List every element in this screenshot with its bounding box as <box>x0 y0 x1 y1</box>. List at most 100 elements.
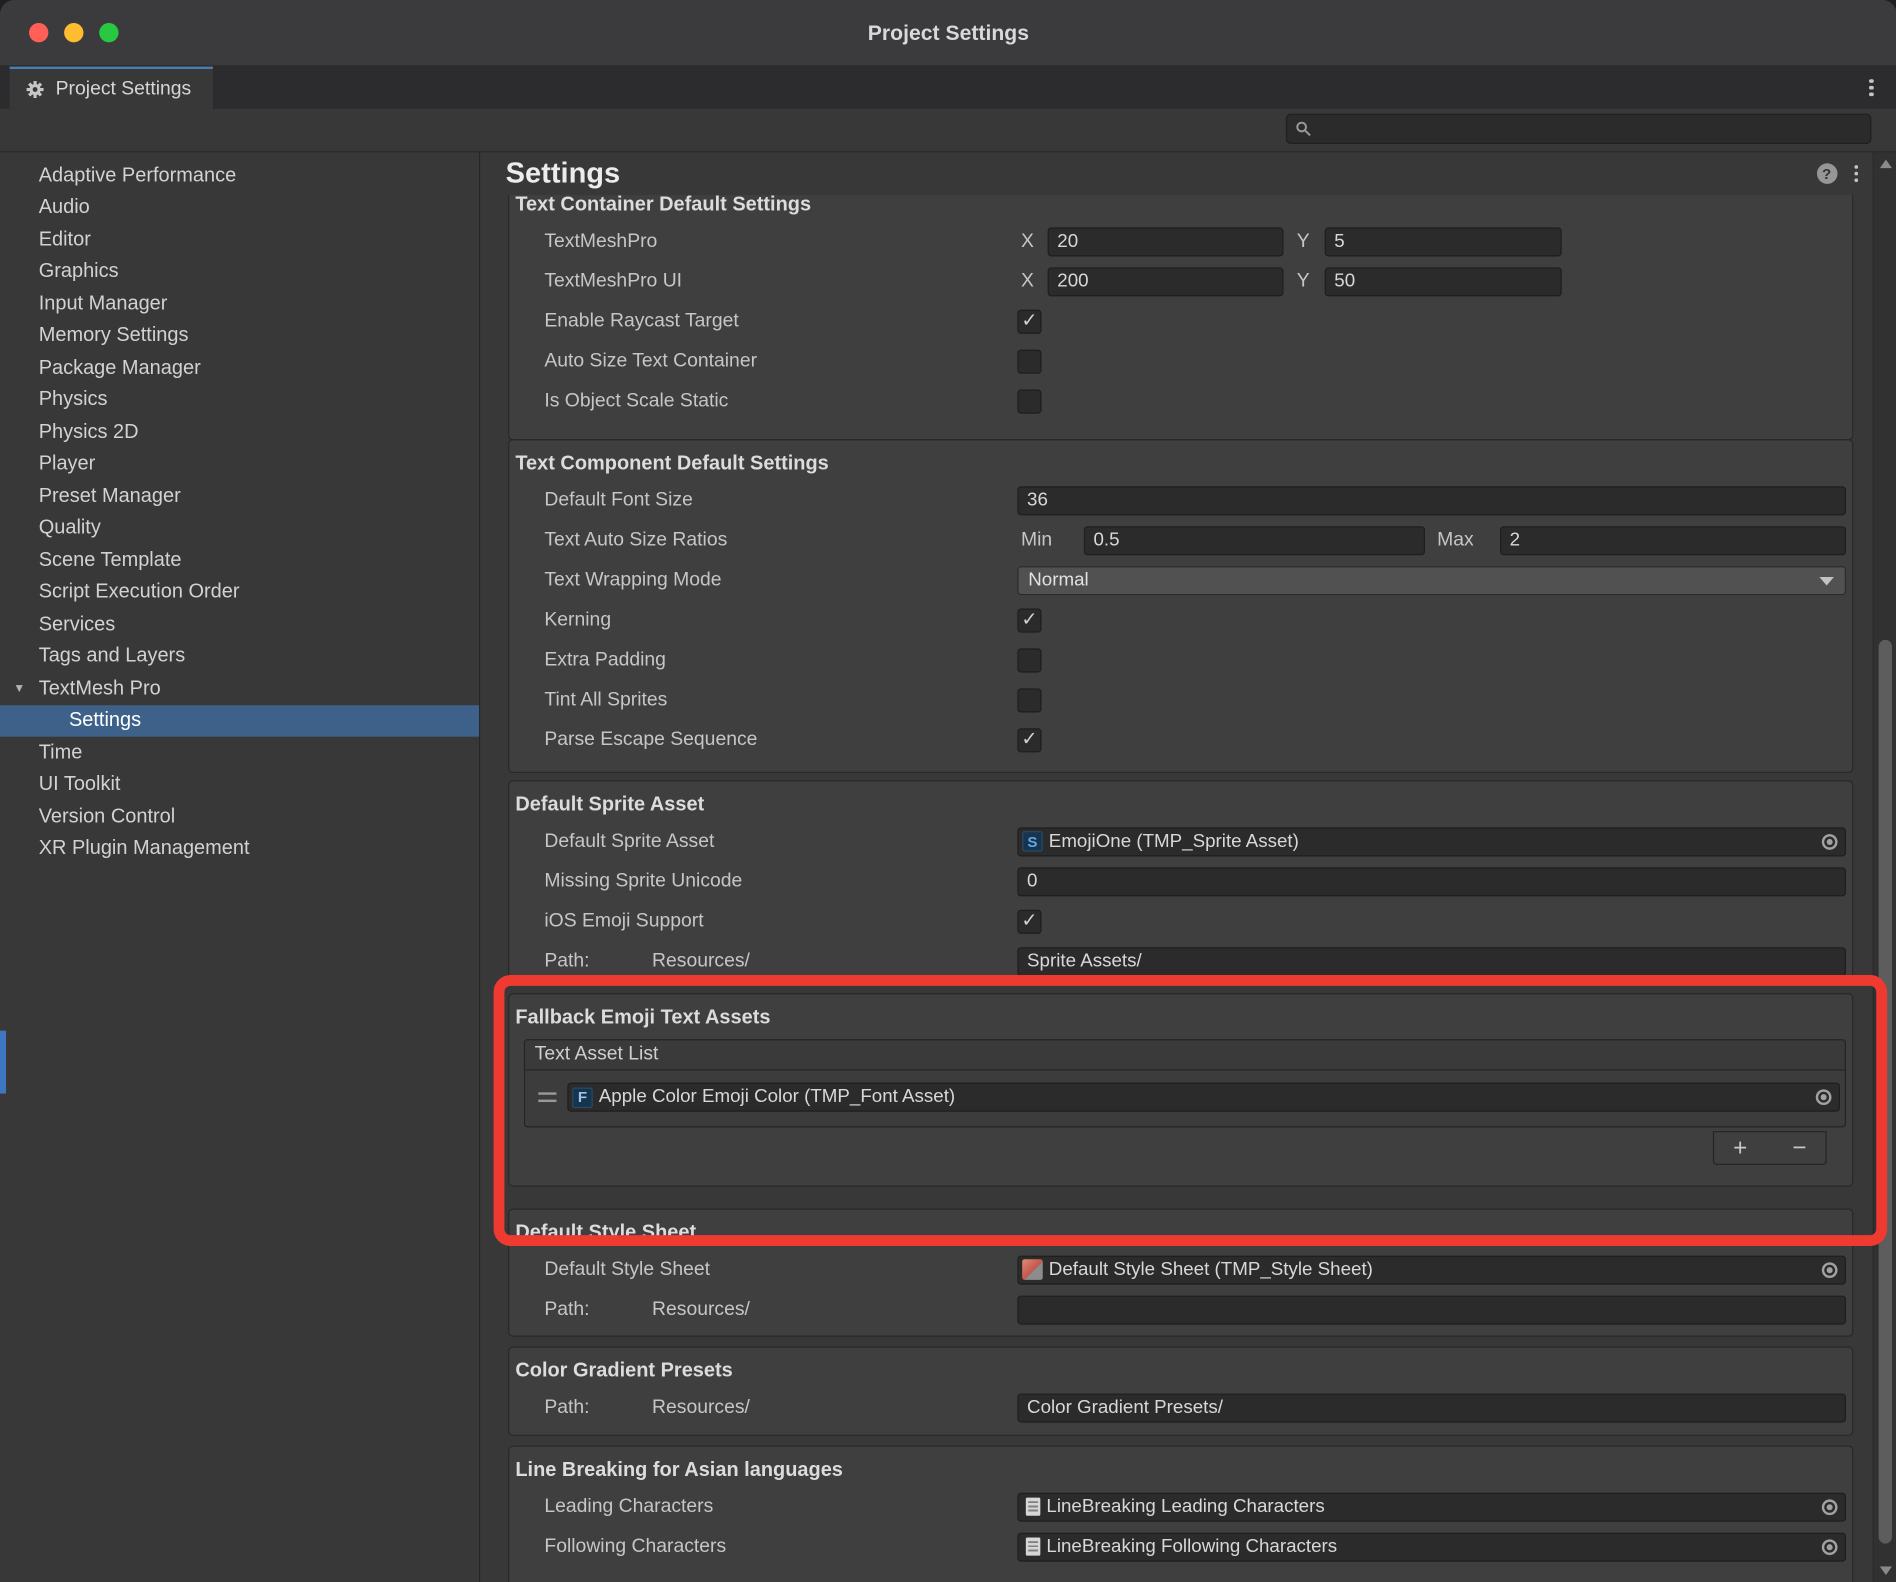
sidebar-item-tags-and-layers[interactable]: Tags and Layers <box>0 641 479 673</box>
sidebar-item-textmesh-pro-settings[interactable]: Settings <box>0 705 479 737</box>
color-gradient-path-field[interactable] <box>1017 1393 1846 1422</box>
text-wrapping-mode-dropdown[interactable]: Normal <box>1017 566 1846 595</box>
auto-size-min-field[interactable] <box>1084 526 1425 555</box>
parse-escape-sequence-checkbox[interactable]: ✓ <box>1017 728 1041 752</box>
field-label: Kerning <box>544 609 611 631</box>
close-button[interactable] <box>29 23 48 42</box>
fallback-font-asset-object-field[interactable]: F Apple Color Emoji Color (TMP_Font Asse… <box>567 1083 1840 1112</box>
field-default-sprite-asset: Default Sprite Asset S EmojiOne (TMP_Spr… <box>509 821 1852 861</box>
sidebar-item-label: XR Plugin Management <box>39 837 250 860</box>
search-input[interactable] <box>1319 119 1862 140</box>
sidebar-item-preset-manager[interactable]: Preset Manager <box>0 480 479 512</box>
project-settings-window: Project Settings Project Settings <box>0 0 1896 1582</box>
sidebar-item-adaptive-performance[interactable]: Adaptive Performance <box>0 160 479 192</box>
default-font-size-field[interactable] <box>1017 486 1846 515</box>
tabbar-menu-button[interactable] <box>1846 67 1896 109</box>
scrollbar-thumb[interactable] <box>1879 640 1892 1544</box>
leading-characters-object-field[interactable]: LineBreaking Leading Characters <box>1017 1492 1846 1521</box>
tab-project-settings[interactable]: Project Settings <box>10 67 213 109</box>
add-item-button[interactable]: + <box>1714 1136 1766 1160</box>
sidebar-item-version-control[interactable]: Version Control <box>0 801 479 833</box>
sidebar-item-physics[interactable]: Physics <box>0 384 479 416</box>
textmeshpro-ui-y-field[interactable] <box>1325 267 1562 296</box>
sprite-asset-path-field[interactable] <box>1017 947 1846 976</box>
object-picker-icon[interactable] <box>1822 1539 1838 1555</box>
textmeshpro-x-field[interactable] <box>1048 227 1284 256</box>
following-characters-object-field[interactable]: LineBreaking Following Characters <box>1017 1532 1846 1561</box>
field-label: Following Characters <box>544 1536 726 1558</box>
help-icon[interactable]: ? <box>1816 163 1837 184</box>
enable-raycast-target-checkbox[interactable]: ✓ <box>1017 309 1041 333</box>
sidebar-item-player[interactable]: Player <box>0 448 479 480</box>
sidebar-item-label: Scene Template <box>39 549 182 572</box>
object-field-value: LineBreaking Following Characters <box>1046 1536 1337 1558</box>
dropdown-value: Normal <box>1028 569 1088 591</box>
sidebar-item-graphics[interactable]: Graphics <box>0 256 479 288</box>
max-label: Max <box>1437 529 1480 551</box>
scroll-up-icon[interactable] <box>1879 160 1891 168</box>
ios-emoji-support-checkbox[interactable]: ✓ <box>1017 909 1041 933</box>
style-sheet-path-field[interactable] <box>1017 1295 1846 1324</box>
object-picker-icon[interactable] <box>1816 1089 1832 1105</box>
auto-size-text-container-checkbox[interactable] <box>1017 349 1041 373</box>
scroll-down-icon[interactable] <box>1879 1567 1891 1575</box>
field-label: Default Style Sheet <box>544 1259 710 1281</box>
search-box[interactable] <box>1286 114 1871 144</box>
textmeshpro-ui-x-field[interactable] <box>1048 267 1284 296</box>
sidebar-item-xr-plugin-management[interactable]: XR Plugin Management <box>0 833 479 865</box>
sidebar-item-quality[interactable]: Quality <box>0 512 479 544</box>
field-sprite-asset-path: Path: Resources/ <box>509 941 1852 981</box>
sidebar-item-label: Script Execution Order <box>39 581 240 604</box>
zoom-button[interactable] <box>99 23 118 42</box>
tint-all-sprites-checkbox[interactable] <box>1017 688 1041 712</box>
sidebar-item-label: Physics <box>39 389 108 412</box>
field-label: Default Font Size <box>544 489 692 511</box>
field-label: Enable Raycast Target <box>544 310 738 332</box>
sidebar-item-editor[interactable]: Editor <box>0 224 479 256</box>
section-title: Default Sprite Asset <box>509 788 1852 822</box>
sidebar-item-package-manager[interactable]: Package Manager <box>0 352 479 384</box>
field-label: Parse Escape Sequence <box>544 729 757 751</box>
text-asset-icon <box>1026 1498 1041 1516</box>
sidebar-item-ui-toolkit[interactable]: UI Toolkit <box>0 769 479 801</box>
section-fallback-emoji-text-assets: Fallback Emoji Text Assets Text Asset Li… <box>508 993 1853 1187</box>
content-header: Settings ? <box>480 152 1872 194</box>
style-sheet-icon <box>1022 1259 1043 1280</box>
kerning-checkbox[interactable]: ✓ <box>1017 608 1041 632</box>
textmeshpro-y-field[interactable] <box>1325 227 1562 256</box>
sidebar-item-input-manager[interactable]: Input Manager <box>0 288 479 320</box>
sprite-asset-icon: S <box>1022 831 1043 852</box>
sidebar-item-services[interactable]: Services <box>0 608 479 640</box>
auto-size-max-field[interactable] <box>1500 526 1846 555</box>
field-auto-size-text-container: Auto Size Text Container <box>509 341 1852 381</box>
field-following-characters: Following Characters LineBreaking Follow… <box>509 1527 1852 1567</box>
field-label: iOS Emoji Support <box>544 910 703 932</box>
sidebar-item-time[interactable]: Time <box>0 737 479 769</box>
foldout-icon[interactable]: ▼ <box>13 682 25 695</box>
default-sprite-asset-object-field[interactable]: S EmojiOne (TMP_Sprite Asset) <box>1017 827 1846 856</box>
sidebar-item-script-execution-order[interactable]: Script Execution Order <box>0 576 479 608</box>
search-icon <box>1296 121 1312 137</box>
default-style-sheet-object-field[interactable]: Default Style Sheet (TMP_Style Sheet) <box>1017 1255 1846 1284</box>
sidebar-item-memory-settings[interactable]: Memory Settings <box>0 320 479 352</box>
remove-item-button[interactable]: − <box>1773 1136 1825 1160</box>
content-menu-icon[interactable] <box>1854 171 1858 175</box>
sidebar-item-textmesh-pro[interactable]: ▼ TextMesh Pro <box>0 673 479 705</box>
object-picker-icon[interactable] <box>1822 833 1838 849</box>
minimize-button[interactable] <box>64 23 83 42</box>
missing-sprite-unicode-field[interactable] <box>1017 867 1846 896</box>
sidebar-item-physics-2d[interactable]: Physics 2D <box>0 416 479 448</box>
object-picker-icon[interactable] <box>1822 1262 1838 1278</box>
field-parse-escape-sequence: Parse Escape Sequence ✓ <box>509 720 1852 760</box>
is-object-scale-static-checkbox[interactable] <box>1017 389 1041 413</box>
sidebar-item-audio[interactable]: Audio <box>0 192 479 224</box>
path-prefix-label: Resources/ <box>652 1299 750 1321</box>
sidebar-item-label: Tags and Layers <box>39 645 185 668</box>
object-picker-icon[interactable] <box>1822 1499 1838 1515</box>
sidebar-item-scene-template[interactable]: Scene Template <box>0 544 479 576</box>
vertical-scrollbar[interactable] <box>1873 152 1896 1582</box>
drag-handle-icon[interactable] <box>538 1092 556 1102</box>
field-default-style-sheet: Default Style Sheet Default Style Sheet … <box>509 1250 1852 1290</box>
extra-padding-checkbox[interactable] <box>1017 648 1041 672</box>
path-prefix-label: Resources/ <box>652 1397 750 1419</box>
